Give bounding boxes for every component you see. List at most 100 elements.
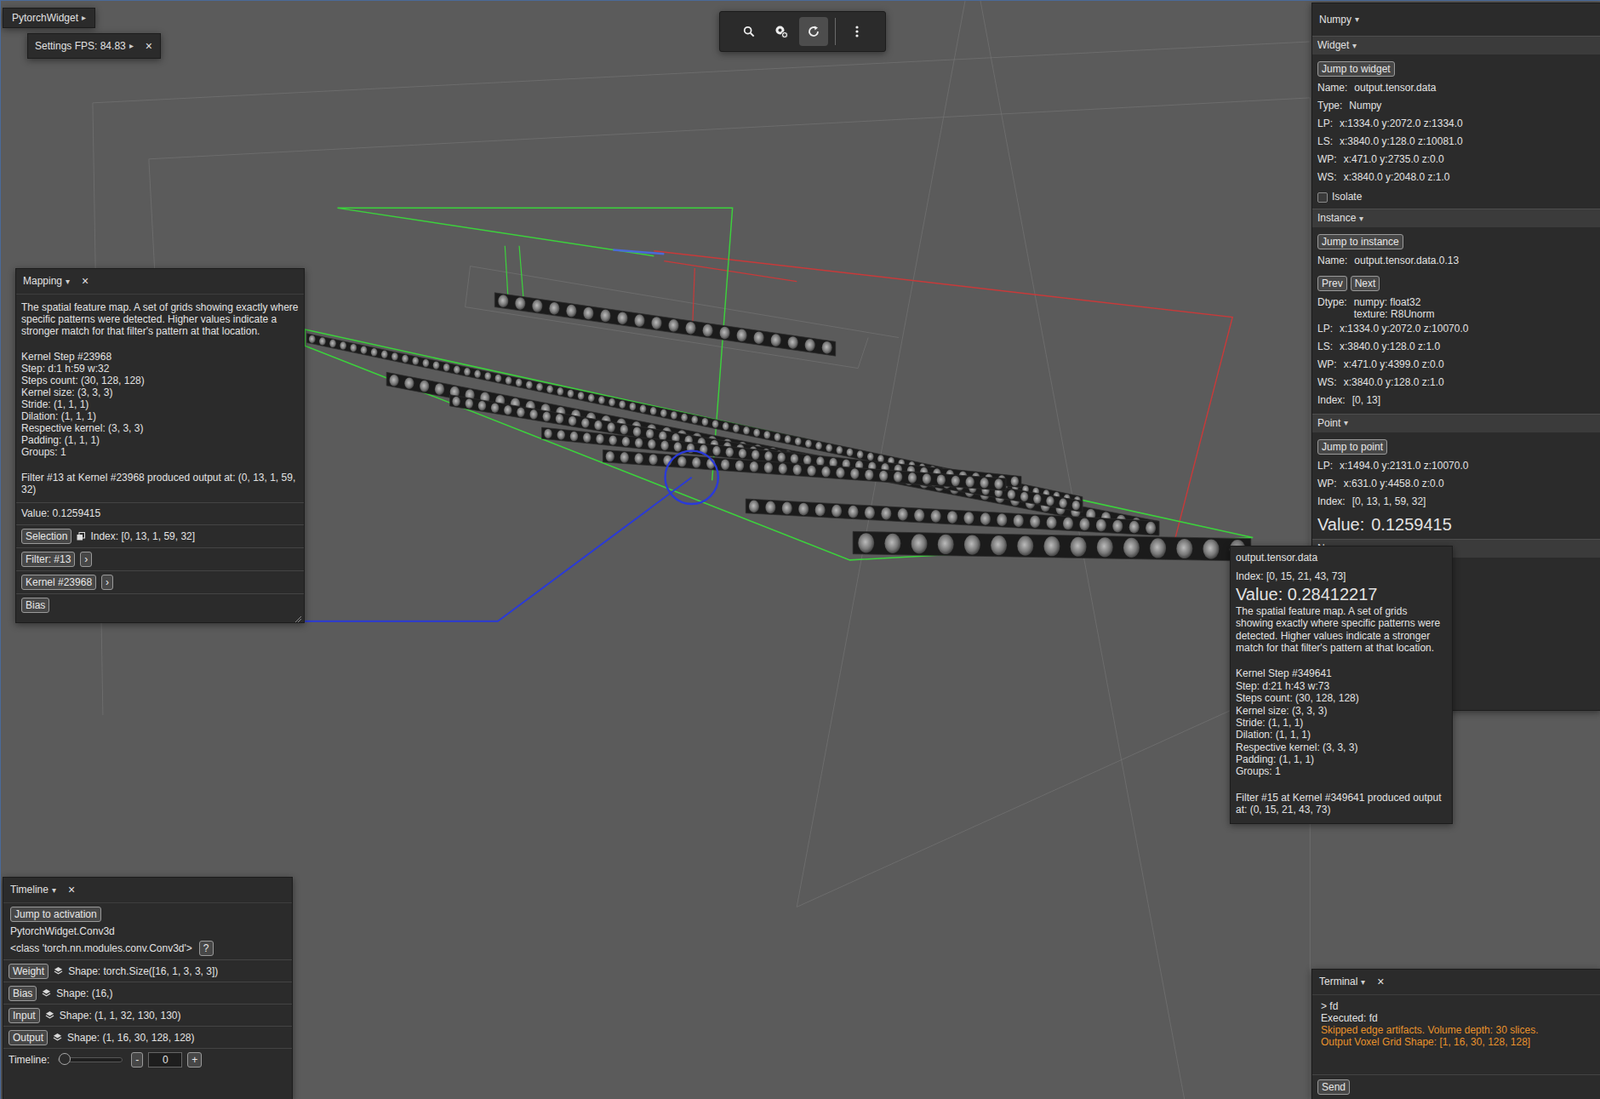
field-value: Numpy: [1348, 99, 1382, 112]
detail-line: Kernel size: (3, 3, 3): [21, 386, 299, 399]
detail-line: Kernel Step #349641: [1235, 667, 1447, 680]
tensor-row: WeightShape: torch.Size([16, 1, 3, 3, 3]…: [3, 959, 292, 982]
field-row: WS:x:3840.0 y:2048.0 z:1.0: [1317, 171, 1595, 188]
checkbox-label[interactable]: Isolate: [1331, 190, 1362, 203]
toolbar-button[interactable]: [734, 17, 764, 46]
isolate-checkbox[interactable]: [1317, 192, 1328, 203]
section-header[interactable]: Instance▾: [1312, 208, 1600, 228]
field-value: numpy: float32: [1354, 296, 1435, 309]
detail-line: Dilation: (1, 1, 1): [1235, 728, 1447, 741]
view-toolbar: [719, 11, 886, 52]
field-label: LP:: [1317, 117, 1333, 130]
close-button[interactable]: ×: [68, 882, 75, 898]
nav-button[interactable]: Next: [1350, 275, 1381, 292]
close-button[interactable]: ×: [145, 39, 153, 54]
detail-line: Steps count: (30, 128, 128): [21, 374, 299, 387]
link-row: Kernel #23968›: [16, 570, 304, 594]
output-line: Skipped edge artifacts. Volume depth: 30…: [1320, 1023, 1592, 1036]
search-icon: [742, 25, 755, 38]
tensor-button[interactable]: Input: [8, 1007, 40, 1023]
field-label: WP:: [1317, 477, 1338, 490]
detail-line: Stride: (1, 1, 1): [21, 398, 299, 411]
dropdown-caret[interactable]: ▾: [1352, 40, 1357, 52]
selection-button[interactable]: Selection: [21, 528, 72, 544]
field-label: Type:: [1317, 99, 1343, 112]
jump-button[interactable]: Jump to activation: [10, 906, 102, 922]
result-text: Filter #15 at Kernel #349641 produced ou…: [1235, 791, 1447, 817]
panel-title: Numpy: [1319, 13, 1352, 26]
terminal-input-row: Send: [1312, 1074, 1600, 1099]
terminal-panel: Terminal▾×> fdExecuted: fdSkipped edge a…: [1311, 968, 1600, 1099]
hover-tooltip: output.tensor.dataIndex: [0, 15, 21, 43,…: [1229, 545, 1453, 824]
section-header[interactable]: Point▾: [1312, 413, 1600, 433]
dropdown-caret[interactable]: ▾: [1360, 977, 1366, 988]
dropdown-caret[interactable]: ▾: [65, 276, 70, 287]
focus-icon: [774, 24, 789, 39]
detail-line: Step: d:21 h:43 w:73: [1235, 680, 1447, 692]
detail-line: Respective kernel: (3, 3, 3): [21, 422, 299, 435]
send-button[interactable]: Send: [1317, 1079, 1350, 1095]
output-line: Executed: fd: [1320, 1011, 1592, 1024]
dropdown-caret[interactable]: ▸: [81, 12, 86, 23]
tensor-button[interactable]: Weight: [8, 963, 49, 979]
link-button[interactable]: Kernel #23968: [21, 574, 97, 590]
field-row: LP:x:1494.0 y:2131.0 z:10070.0: [1317, 459, 1595, 476]
command-input[interactable]: [1354, 1078, 1595, 1096]
toolbar-button[interactable]: [766, 17, 796, 46]
app-menu-label[interactable]: PytorchWidget: [11, 11, 79, 24]
app-menu-button[interactable]: PytorchWidget▸: [2, 7, 96, 29]
tensor-button[interactable]: Output: [8, 1029, 48, 1046]
field-row: LP:x:1334.0 y:2072.0 z:1334.0: [1317, 117, 1595, 134]
field-value: x:1334.0 y:2072.0 z:10070.0: [1339, 322, 1469, 335]
field-row: WP: x:631.0 y:4458.0 z:0.0: [1317, 477, 1595, 494]
dropdown-caret[interactable]: ▾: [1359, 213, 1364, 224]
panel-header[interactable]: Terminal▾×: [1312, 969, 1600, 995]
field-value: x:3840.0 y:2048.0 z:1.0: [1343, 171, 1451, 183]
timeline-slider[interactable]: [57, 1057, 123, 1063]
link-button[interactable]: Filter: #13: [21, 551, 75, 567]
tensor-row: OutputShape: (1, 16, 30, 128, 128): [3, 1025, 292, 1048]
field-value: x:631.0 y:4458.0 z:0.0: [1343, 477, 1445, 490]
dropdown-caret[interactable]: ▾: [51, 885, 57, 896]
checkbox-row[interactable]: Isolate: [1317, 188, 1595, 206]
dropdown-caret[interactable]: ▾: [1343, 417, 1349, 429]
detail-line: Dilation: (1, 1, 1): [21, 410, 299, 423]
output-line: > fd: [1320, 1000, 1592, 1012]
jump-button[interactable]: Jump to point: [1317, 439, 1388, 455]
jump-button[interactable]: Jump to widget: [1317, 61, 1395, 77]
description-text: The spatial feature map. A set of grids …: [21, 301, 299, 338]
field-row: LP:x:1334.0 y:2072.0 z:10070.0: [1317, 322, 1595, 339]
toolbar-button[interactable]: [842, 17, 872, 46]
settings-bar[interactable]: Settings FPS: 84.83▸×: [27, 33, 161, 59]
button-row: PrevNext: [1317, 272, 1595, 295]
module-name: PytorchWidget.Conv3d: [10, 925, 286, 938]
output-line: Output Voxel Grid Shape: [1, 16, 30, 128…: [1320, 1035, 1592, 1048]
section-header[interactable]: Widget▾: [1312, 35, 1600, 55]
nav-button[interactable]: Prev: [1317, 275, 1348, 292]
panel-header[interactable]: Timeline▾×: [3, 877, 292, 903]
panel-header[interactable]: Mapping▾×: [16, 268, 304, 295]
increment-button[interactable]: +: [187, 1051, 202, 1068]
expand-button[interactable]: ›: [101, 574, 114, 590]
field-row: WP:x:471.0 y:4399.0 z:0.0: [1317, 358, 1595, 375]
help-button[interactable]: ?: [199, 940, 214, 956]
field-value: [0, 13, 1, 59, 32]: [1352, 495, 1427, 508]
decrement-button[interactable]: -: [131, 1051, 143, 1068]
field-label: Index:: [1317, 495, 1346, 508]
link-button[interactable]: Bias: [21, 597, 50, 613]
tensor-row: BiasShape: (16,): [3, 981, 292, 1004]
jump-button[interactable]: Jump to instance: [1317, 234, 1404, 250]
dropdown-caret[interactable]: ▾: [1354, 14, 1360, 25]
close-button[interactable]: ×: [1377, 974, 1384, 989]
frame-input[interactable]: [148, 1051, 183, 1068]
close-button[interactable]: ×: [81, 274, 89, 289]
timeline-panel: Timeline▾×Jump to activationPytorchWidge…: [2, 876, 293, 1099]
field-label: Index:: [1317, 394, 1346, 406]
dropdown-caret[interactable]: ▸: [129, 40, 134, 52]
tensor-button[interactable]: Bias: [8, 985, 37, 1001]
panel-header[interactable]: Numpy▾: [1312, 3, 1600, 36]
slider-thumb[interactable]: [58, 1052, 71, 1065]
expand-button[interactable]: ›: [80, 551, 92, 567]
index-text: Index: [0, 13, 1, 59, 32]: [90, 530, 195, 543]
toolbar-button[interactable]: [799, 17, 829, 46]
